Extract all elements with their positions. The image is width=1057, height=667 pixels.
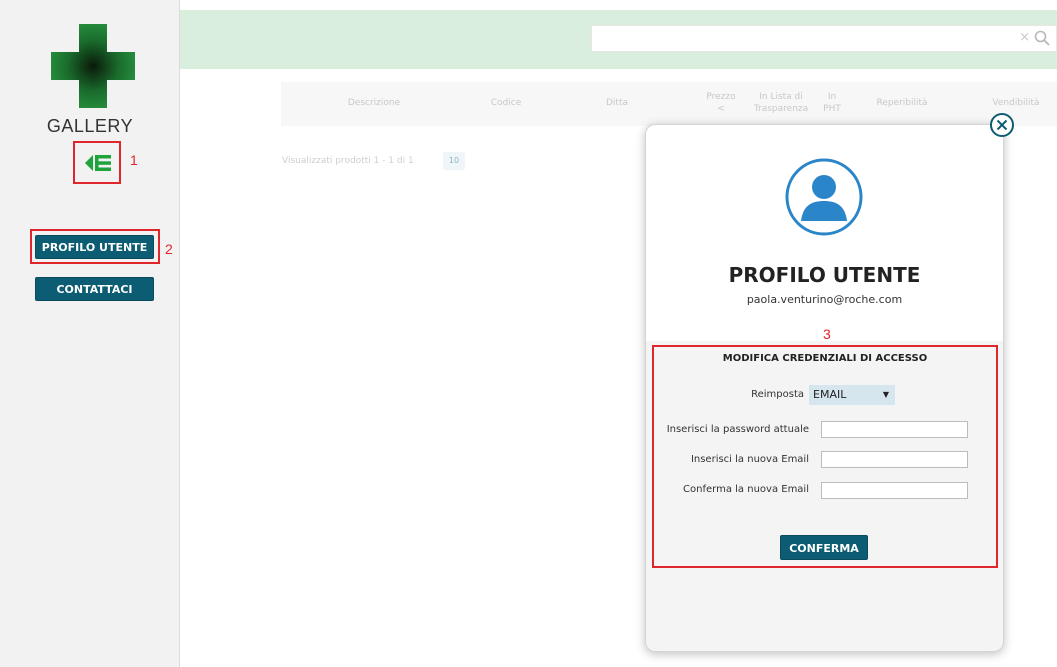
annotation-1: 1 bbox=[130, 152, 138, 168]
user-avatar-icon bbox=[785, 158, 863, 236]
column-ditta[interactable]: Ditta bbox=[597, 97, 637, 109]
search-input[interactable]: × bbox=[591, 25, 1057, 52]
modal-title: PROFILO UTENTE bbox=[728, 263, 921, 287]
clear-search-icon[interactable]: × bbox=[1019, 30, 1030, 45]
reimposta-select[interactable]: EMAIL ▼ bbox=[809, 385, 895, 405]
app-title: GALLERY bbox=[46, 116, 134, 136]
pharmacy-cross-logo bbox=[51, 24, 135, 108]
new-email-field[interactable] bbox=[821, 451, 968, 468]
column-codice[interactable]: Codice bbox=[481, 97, 531, 109]
sort-arrow-icon: < bbox=[717, 104, 725, 114]
modal-header: PROFILO UTENTE paola.venturino@roche.com bbox=[646, 125, 1003, 341]
form-title: MODIFICA CREDENZIALI DI ACCESSO bbox=[722, 353, 928, 364]
chevron-down-icon: ▼ bbox=[882, 390, 889, 399]
new-email-label: Inserisci la nuova Email bbox=[690, 454, 809, 465]
reimposta-label: Reimposta bbox=[751, 389, 804, 400]
search-icon[interactable] bbox=[1034, 30, 1050, 46]
reimposta-value: EMAIL bbox=[813, 388, 847, 401]
column-reperibilita[interactable]: Reperibilità bbox=[867, 97, 937, 109]
confirm-email-field[interactable] bbox=[821, 482, 968, 499]
close-icon[interactable] bbox=[988, 111, 1016, 139]
column-prezzo-label: Prezzo bbox=[706, 92, 736, 102]
header-bar: × bbox=[180, 10, 1057, 69]
profilo-utente-button[interactable]: PROFILO UTENTE bbox=[35, 235, 154, 259]
column-descrizione[interactable]: Descrizione bbox=[339, 97, 409, 109]
current-password-field[interactable] bbox=[821, 421, 968, 438]
app-window: GALLERY 1 PROFILO UTENTE 2 CONTATTACI × bbox=[0, 0, 1057, 667]
collapse-menu-icon bbox=[85, 155, 111, 171]
contattaci-button[interactable]: CONTATTACI bbox=[35, 277, 154, 301]
confirm-email-label: Conferma la nuova Email bbox=[683, 484, 809, 495]
current-password-label: Inserisci la password attuale bbox=[666, 424, 809, 435]
conferma-button[interactable]: CONFERMA bbox=[780, 535, 868, 560]
annotation-3: 3 bbox=[823, 326, 831, 342]
column-pht[interactable]: In PHT bbox=[819, 91, 845, 115]
column-lista-trasparenza[interactable]: In Lista di Trasparenza bbox=[747, 91, 815, 115]
collapse-menu-button[interactable] bbox=[73, 141, 121, 184]
results-info: Visualizzati prodotti 1 - 1 di 1 bbox=[282, 156, 414, 166]
user-email: paola.venturino@roche.com bbox=[746, 293, 903, 306]
column-prezzo[interactable]: Prezzo < bbox=[703, 91, 739, 115]
annotation-2: 2 bbox=[165, 241, 173, 257]
column-vendibilita[interactable]: Vendibilità bbox=[981, 97, 1051, 109]
product-table-header: Descrizione Codice Ditta Prezzo < In Lis… bbox=[281, 82, 1057, 126]
sidebar: GALLERY 1 PROFILO UTENTE 2 CONTATTACI bbox=[0, 0, 180, 667]
per-page-selector[interactable]: 10 bbox=[443, 152, 465, 170]
